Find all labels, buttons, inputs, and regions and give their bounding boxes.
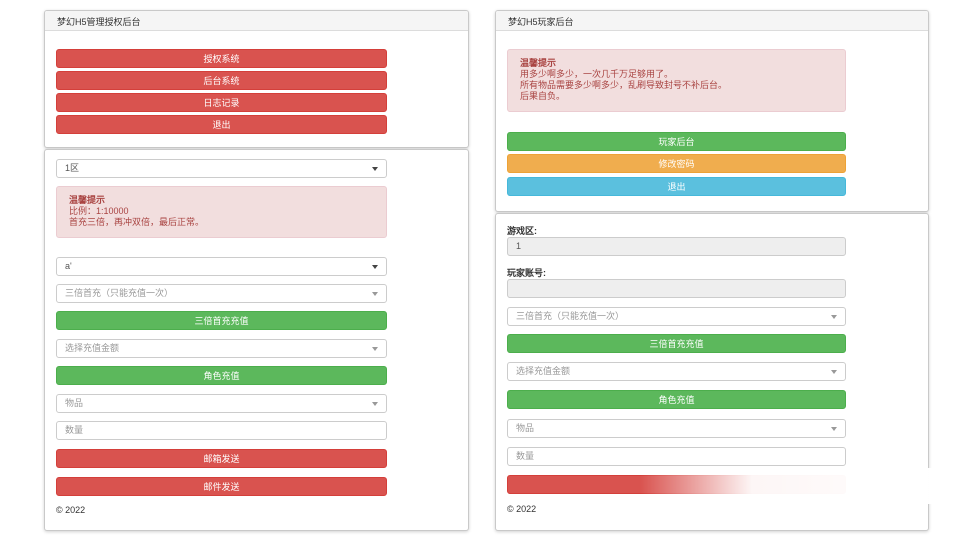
triple-recharge-button[interactable]: 三倍首充充值 — [56, 311, 387, 330]
item-select[interactable]: 物品 — [507, 419, 846, 438]
alert-line: 用多少啊多少，一次几千万足够用了。 — [520, 69, 674, 79]
copyright-text: © 2022 — [56, 505, 86, 515]
player-warning-alert: 温馨提示 用多少啊多少，一次几千万足够用了。 所有物品需要多少啊多少，乱刷导致封… — [507, 49, 846, 112]
zone-input[interactable]: 1 — [507, 237, 846, 256]
auth-system-button[interactable]: 授权系统 — [56, 49, 387, 68]
role-recharge-button[interactable]: 角色充值 — [56, 366, 387, 385]
quantity-input[interactable]: 数量 — [507, 447, 846, 466]
alert-line: 比例：1:10000 — [69, 206, 129, 216]
warning-alert: 温馨提示 比例：1:10000 首充三倍，再冲双倍，最后正常。 — [56, 186, 387, 238]
triple-recharge-placeholder: 三倍首充（只能充值一次） — [516, 311, 625, 321]
quantity-input[interactable]: 数量 — [56, 421, 387, 440]
triple-recharge-select[interactable]: 三倍首充（只能充值一次） — [507, 307, 846, 326]
chevron-down-icon — [372, 167, 378, 171]
item-placeholder: 物品 — [516, 423, 535, 433]
logout-button[interactable]: 退出 — [56, 115, 387, 134]
backend-system-button[interactable]: 后台系统 — [56, 71, 387, 90]
alert-title: 温馨提示 — [69, 195, 106, 205]
chevron-down-icon — [831, 370, 837, 374]
triple-recharge-select[interactable]: 三倍首充（只能充值一次） — [56, 284, 387, 303]
left-panel-title: 梦幻H5管理授权后台 — [45, 11, 468, 31]
alert-title: 温馨提示 — [520, 58, 557, 68]
left-recharge-panel: 1区 温馨提示 比例：1:10000 首充三倍，再冲双倍，最后正常。 a' 三倍… — [44, 149, 469, 531]
server-select[interactable]: 1区 — [56, 159, 387, 178]
account-select-value: a' — [65, 261, 72, 271]
change-password-button[interactable]: 修改密码 — [507, 154, 846, 173]
left-admin-panel: 梦幻H5管理授权后台 授权系统 后台系统 日志记录 退出 — [44, 10, 469, 148]
account-select[interactable]: a' — [56, 257, 387, 276]
alert-line: 首充三倍，再冲双倍，最后正常。 — [69, 217, 205, 227]
alert-line: 后果自负。 — [520, 91, 566, 101]
server-select-value: 1区 — [65, 163, 80, 173]
chevron-down-icon — [831, 427, 837, 431]
fade-overlay — [640, 468, 960, 504]
zone-label: 游戏区: — [507, 226, 537, 236]
chevron-down-icon — [372, 347, 378, 351]
copyright-text: © 2022 — [507, 504, 537, 514]
chevron-down-icon — [831, 315, 837, 319]
chevron-down-icon — [372, 402, 378, 406]
right-panel-title: 梦幻H5玩家后台 — [496, 11, 928, 31]
item-select[interactable]: 物品 — [56, 394, 387, 413]
mail-send-button[interactable]: 邮件发送 — [56, 477, 387, 496]
account-input[interactable] — [507, 279, 846, 298]
account-label: 玩家账号: — [507, 268, 546, 278]
role-recharge-button[interactable]: 角色充值 — [507, 390, 846, 409]
chevron-down-icon — [372, 292, 378, 296]
amount-placeholder: 选择充值金额 — [65, 343, 120, 353]
alert-line: 所有物品需要多少啊多少，乱刷导致封号不补后台。 — [520, 80, 728, 90]
amount-placeholder: 选择充值金额 — [516, 366, 571, 376]
mailbox-send-button[interactable]: 邮箱发送 — [56, 449, 387, 468]
right-player-panel: 梦幻H5玩家后台 温馨提示 用多少啊多少，一次几千万足够用了。 所有物品需要多少… — [495, 10, 929, 212]
amount-select[interactable]: 选择充值金额 — [56, 339, 387, 358]
triple-recharge-button[interactable]: 三倍首充充值 — [507, 334, 846, 353]
item-placeholder: 物品 — [65, 398, 84, 408]
log-records-button[interactable]: 日志记录 — [56, 93, 387, 112]
triple-recharge-placeholder: 三倍首充（只能充值一次） — [65, 288, 174, 298]
player-backend-button[interactable]: 玩家后台 — [507, 132, 846, 151]
chevron-down-icon — [372, 265, 378, 269]
amount-select[interactable]: 选择充值金额 — [507, 362, 846, 381]
player-logout-button[interactable]: 退出 — [507, 177, 846, 196]
